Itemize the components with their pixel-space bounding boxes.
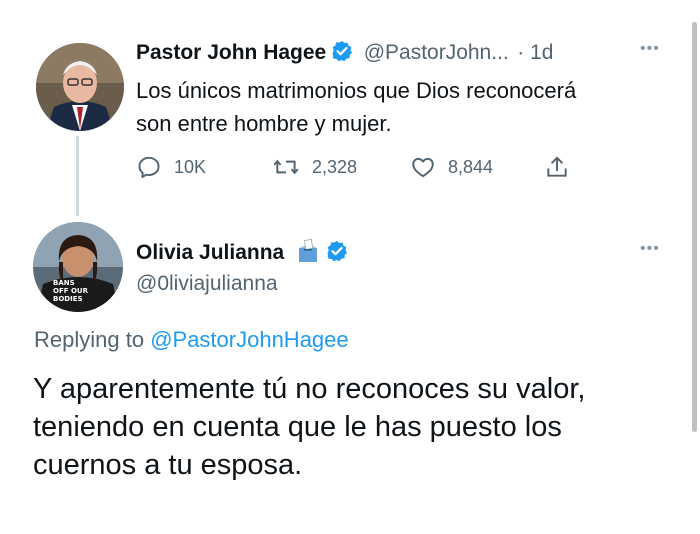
replying-to-label: Replying to <box>34 327 151 352</box>
more-options-icon[interactable]: ••• <box>640 40 660 58</box>
tweet-text-line: Los únicos matrimonios que Dios reconoce… <box>136 78 577 103</box>
reply-icon <box>138 156 160 178</box>
like-button[interactable]: 8,844 <box>410 154 493 180</box>
author-handle[interactable]: @0liviajulianna <box>136 272 278 296</box>
share-button[interactable] <box>544 154 582 180</box>
tweet-time[interactable]: · 1d <box>517 41 553 64</box>
scrollbar[interactable] <box>692 22 697 432</box>
avatar-pastor-john-hagee[interactable] <box>36 43 124 131</box>
original-tweet-header: Pastor John Hagee @PastorJohn... · 1d <box>136 40 553 67</box>
replying-to: Replying to @PastorJohnHagee <box>34 327 349 353</box>
tweet-text-line: Y aparentemente tú no reconoces su valor… <box>33 373 586 405</box>
ballot-box-icon <box>295 238 321 269</box>
reply-count: 10K <box>174 156 207 177</box>
tweet-text-line: son entre hombre y mujer. <box>136 111 392 136</box>
author-name[interactable]: Olivia Julianna <box>136 241 284 264</box>
reply-tweet-header: Olivia Julianna <box>136 238 348 269</box>
replying-to-handle-link[interactable]: @PastorJohnHagee <box>150 327 348 352</box>
author-name[interactable]: Pastor John Hagee <box>136 41 326 64</box>
retweet-icon <box>273 159 299 175</box>
verified-badge-icon <box>326 240 348 267</box>
tweet-text-line: cuernos a tu esposa. <box>33 449 303 481</box>
verified-badge-icon <box>331 40 353 67</box>
original-tweet-text: Los únicos matrimonios que Dios reconoce… <box>136 74 576 140</box>
like-icon <box>412 157 434 178</box>
reply-button[interactable]: 10K <box>136 154 206 180</box>
retweet-count: 2,328 <box>312 156 358 177</box>
avatar-olivia-julianna[interactable]: BANS OFF OUR BODIES <box>33 222 123 312</box>
retweet-button[interactable]: 2,328 <box>272 154 357 180</box>
thread-connector-line <box>76 136 79 216</box>
share-icon <box>547 156 567 177</box>
like-count: 8,844 <box>448 156 494 177</box>
more-options-icon[interactable]: ••• <box>640 240 660 258</box>
reply-tweet-text: Y aparentemente tú no reconoces su valor… <box>33 370 585 484</box>
tweet-text-line: teniendo en cuenta que le has puesto los <box>33 411 562 443</box>
author-handle[interactable]: @PastorJohn... <box>364 41 509 64</box>
